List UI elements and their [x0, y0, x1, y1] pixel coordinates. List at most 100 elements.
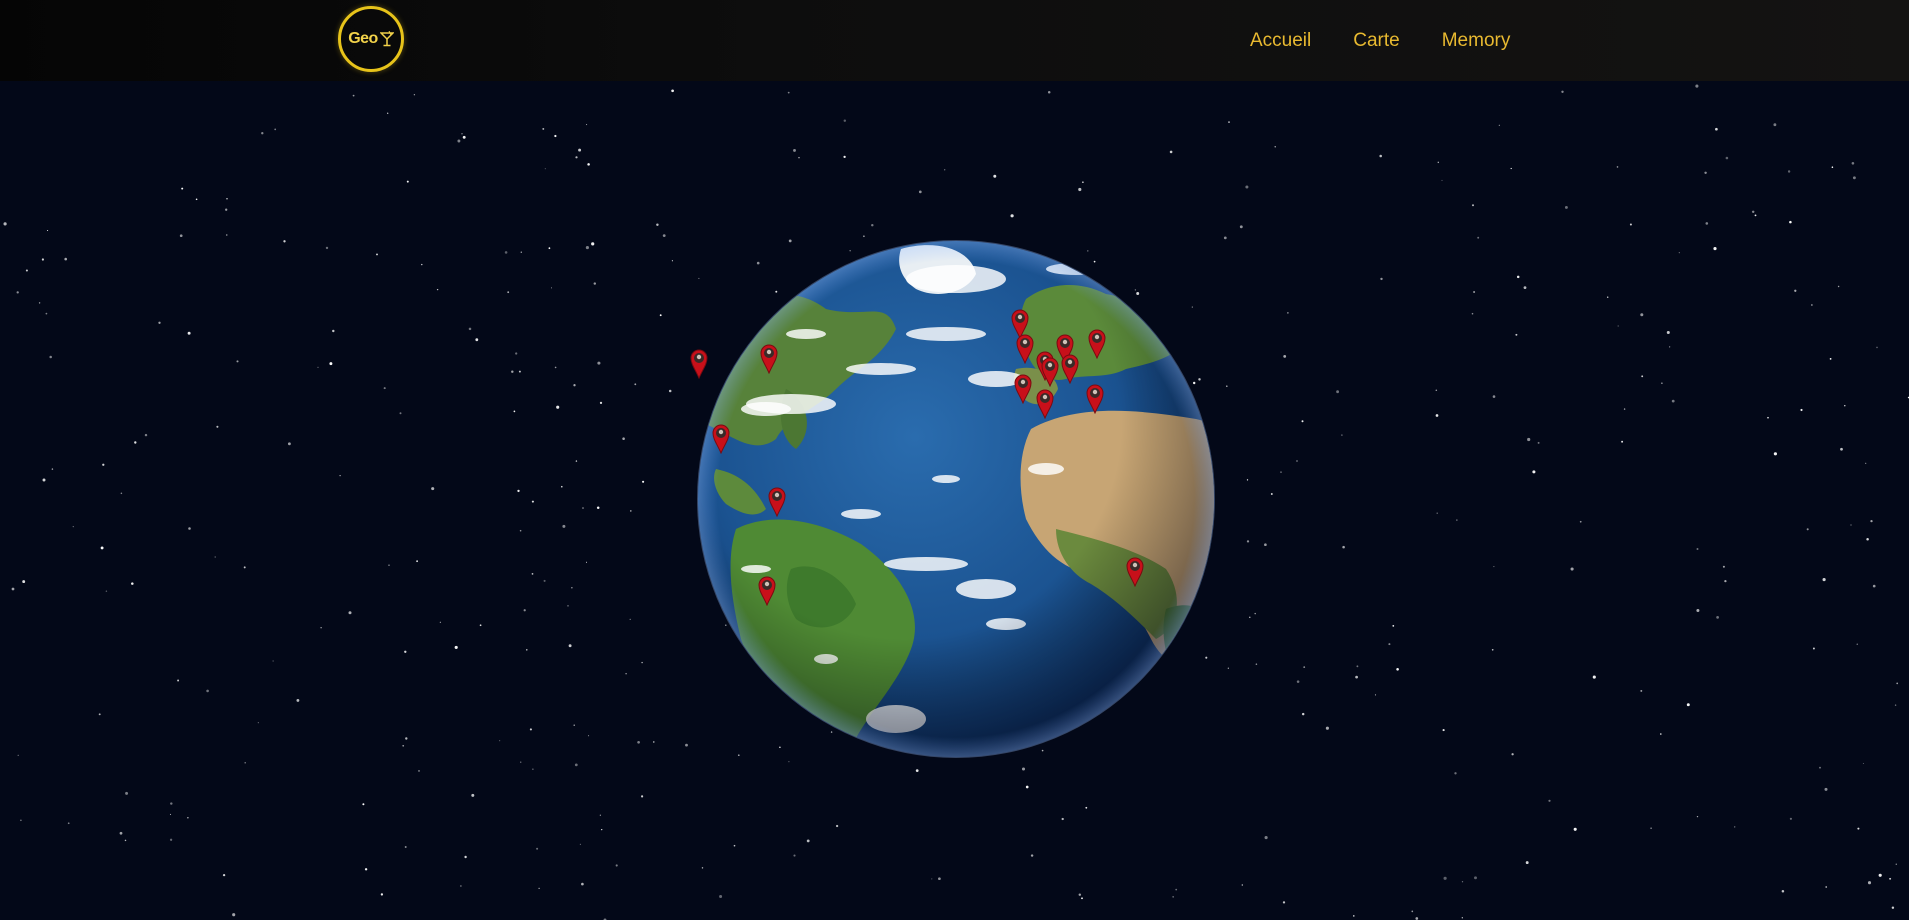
star	[931, 878, 933, 880]
star	[216, 425, 219, 428]
star	[1301, 420, 1304, 423]
star	[1722, 565, 1725, 568]
star	[520, 251, 522, 253]
star	[460, 885, 462, 887]
star	[1078, 893, 1082, 896]
star	[571, 587, 573, 589]
map-pin-icon[interactable]	[712, 424, 730, 455]
map-pin-icon[interactable]	[768, 487, 786, 518]
star	[1301, 712, 1305, 716]
star	[1623, 408, 1626, 410]
star	[468, 327, 472, 331]
nav-accueil-link[interactable]: Accueil	[1250, 30, 1311, 52]
star	[548, 247, 551, 250]
star	[404, 846, 407, 848]
star	[1516, 275, 1520, 279]
star	[1264, 836, 1268, 840]
map-pin-icon[interactable]	[1014, 374, 1032, 405]
star	[1629, 223, 1632, 226]
star	[1867, 881, 1872, 885]
star	[1866, 537, 1869, 541]
star	[1857, 827, 1860, 830]
star	[348, 611, 352, 615]
star	[1734, 826, 1736, 828]
star	[1010, 214, 1014, 218]
star	[587, 163, 590, 166]
star	[464, 855, 467, 859]
star	[339, 474, 341, 477]
star	[582, 507, 584, 509]
star	[1025, 785, 1029, 789]
star	[1477, 236, 1480, 239]
star	[544, 168, 546, 170]
star	[177, 679, 180, 682]
star	[1341, 434, 1343, 436]
star	[1789, 220, 1792, 224]
map-pin-icon[interactable]	[1016, 334, 1034, 365]
star	[64, 257, 67, 261]
star	[1696, 609, 1700, 612]
star	[1837, 285, 1840, 288]
star	[1876, 346, 1878, 349]
star	[479, 624, 482, 627]
star	[536, 847, 539, 850]
star	[517, 489, 520, 493]
map-pin-icon[interactable]	[1086, 384, 1104, 415]
star	[1829, 358, 1832, 360]
map-pin-icon[interactable]	[1088, 329, 1106, 360]
nav-memory-link[interactable]: Memory	[1442, 30, 1511, 52]
star	[1716, 616, 1719, 619]
star	[863, 235, 865, 238]
star	[556, 405, 560, 409]
main-nav: Accueil Carte Memory	[1250, 0, 1552, 81]
star	[1794, 289, 1797, 292]
map-pin-icon[interactable]	[1126, 557, 1144, 588]
map-pin-icon[interactable]	[690, 349, 708, 380]
map-pin-icon[interactable]	[1061, 354, 1079, 385]
star	[42, 478, 46, 482]
star	[1852, 176, 1856, 180]
star	[1228, 121, 1230, 123]
map-pin-icon[interactable]	[758, 576, 776, 607]
star	[195, 198, 198, 201]
star	[1374, 694, 1377, 696]
nav-carte-link[interactable]: Carte	[1353, 30, 1399, 52]
star	[671, 89, 674, 93]
star	[1751, 210, 1755, 214]
star	[399, 412, 402, 415]
star	[102, 463, 105, 466]
star	[1527, 437, 1531, 442]
star	[1754, 214, 1757, 217]
star	[1241, 884, 1243, 886]
star	[520, 761, 522, 763]
star	[1511, 753, 1514, 756]
star	[158, 321, 161, 324]
star	[226, 234, 228, 236]
star	[1713, 247, 1717, 251]
star	[568, 644, 572, 648]
star	[232, 913, 236, 917]
star	[581, 882, 584, 886]
star	[1824, 787, 1828, 791]
earth-globe[interactable]	[690, 239, 1216, 759]
map-pin-icon[interactable]	[1041, 357, 1059, 388]
star	[788, 761, 790, 763]
star	[585, 246, 589, 250]
star	[243, 566, 246, 569]
star	[144, 433, 148, 437]
star	[332, 329, 335, 333]
star	[188, 527, 191, 530]
star	[1437, 161, 1440, 164]
star	[296, 698, 300, 702]
map-pin-icon[interactable]	[1036, 389, 1054, 420]
star	[1850, 524, 1852, 526]
star	[1388, 643, 1391, 646]
cocktail-glass-icon	[379, 31, 394, 47]
map-pin-icon[interactable]	[760, 344, 778, 375]
star	[475, 338, 479, 342]
star	[416, 560, 418, 563]
star	[169, 838, 173, 841]
logo[interactable]: Geo	[338, 6, 404, 72]
star	[1537, 441, 1540, 444]
star	[1471, 204, 1475, 207]
